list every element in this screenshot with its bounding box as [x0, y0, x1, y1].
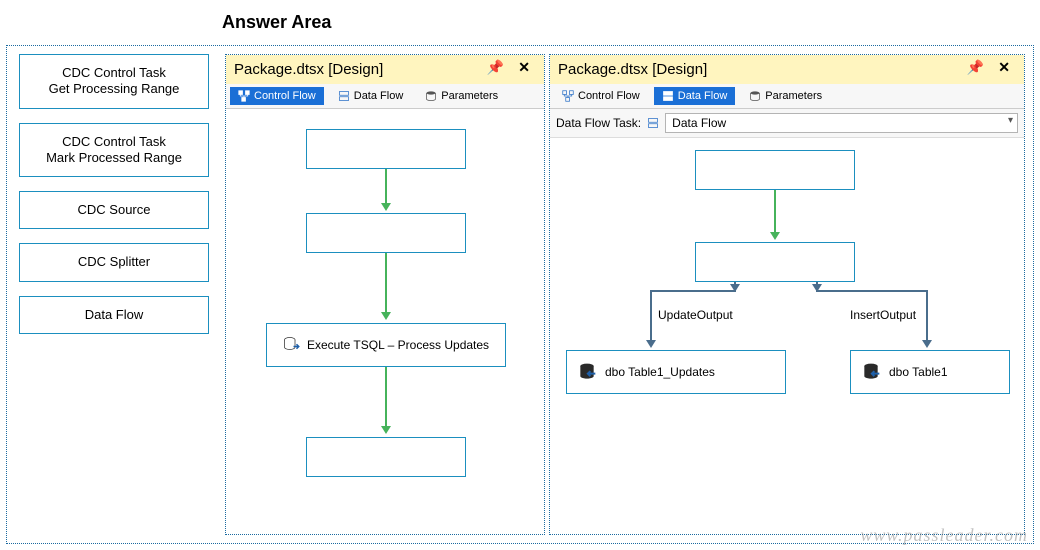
destination-insert[interactable]: dbo Table1: [850, 350, 1010, 394]
tab-label: Control Flow: [578, 90, 640, 102]
destination-label: dbo Table1_Updates: [605, 365, 715, 379]
data-flow-icon: [662, 90, 674, 102]
designer-title-bar: Package.dtsx [Design] 📌 ✕: [226, 55, 544, 84]
destination-updates[interactable]: dbo Table1_Updates: [566, 350, 786, 394]
flow-arrow-icon: [385, 253, 387, 318]
database-destination-icon: [577, 362, 597, 382]
data-flow-icon: [338, 90, 350, 102]
designer-title-bar: Package.dtsx [Design] 📌 ✕: [550, 55, 1024, 84]
tab-control-flow[interactable]: Control Flow: [554, 87, 648, 105]
answer-area-frame: CDC Control TaskGet Processing Range CDC…: [6, 45, 1034, 544]
tab-strip: Control Flow Data Flow Parameters: [550, 84, 1024, 109]
connector-arrow-icon: [650, 290, 652, 346]
source-item[interactable]: CDC Splitter: [19, 243, 209, 281]
control-flow-icon: [238, 90, 250, 102]
tab-label: Parameters: [441, 90, 498, 102]
drop-slot[interactable]: [306, 437, 466, 477]
drop-slot[interactable]: [695, 242, 855, 282]
flow-arrow-icon: [774, 190, 776, 238]
sql-task-icon: [283, 336, 301, 354]
data-flow-task-value: Data Flow: [672, 116, 726, 130]
pin-icon[interactable]: 📌: [967, 59, 984, 76]
tab-label: Data Flow: [354, 90, 404, 102]
control-flow-canvas[interactable]: Execute TSQL – Process Updates: [226, 109, 544, 509]
connector-icon: [734, 282, 736, 290]
source-item[interactable]: CDC Control TaskMark Processed Range: [19, 123, 209, 178]
execute-tsql-task[interactable]: Execute TSQL – Process Updates: [266, 323, 506, 367]
data-flow-canvas[interactable]: UpdateOutput InsertOutput dbo Table1_Upd…: [550, 138, 1024, 516]
source-item[interactable]: Data Flow: [19, 296, 209, 334]
database-destination-icon: [861, 362, 881, 382]
data-flow-task-select[interactable]: Data Flow: [665, 113, 1018, 133]
designer-panel-control-flow: Package.dtsx [Design] 📌 ✕ Control Flow D…: [225, 54, 545, 535]
designer-panel-data-flow: Package.dtsx [Design] 📌 ✕ Control Flow D…: [549, 54, 1025, 535]
tab-control-flow[interactable]: Control Flow: [230, 87, 324, 105]
edge-label-update: UpdateOutput: [658, 308, 733, 322]
parameters-icon: [749, 90, 761, 102]
task-label: Execute TSQL – Process Updates: [307, 338, 489, 352]
connector-icon: [816, 282, 818, 290]
close-icon[interactable]: ✕: [998, 59, 1010, 76]
drop-slot[interactable]: [695, 150, 855, 190]
source-item[interactable]: CDC Control TaskGet Processing Range: [19, 54, 209, 109]
pin-icon[interactable]: 📌: [487, 59, 504, 76]
tab-strip: Control Flow Data Flow Parameters: [226, 84, 544, 109]
drop-slot[interactable]: [306, 129, 466, 169]
designer-title: Package.dtsx [Design]: [234, 61, 383, 78]
edge-label-insert: InsertOutput: [850, 308, 916, 322]
data-flow-task-label: Data Flow Task:: [556, 116, 641, 130]
flow-arrow-icon: [385, 169, 387, 209]
connector-arrow-icon: [926, 290, 928, 346]
page-title: Answer Area: [222, 12, 331, 33]
data-flow-task-icon: [647, 117, 659, 129]
tab-data-flow[interactable]: Data Flow: [330, 87, 412, 105]
source-list: CDC Control TaskGet Processing Range CDC…: [19, 54, 209, 348]
tab-data-flow[interactable]: Data Flow: [654, 87, 736, 105]
tab-label: Parameters: [765, 90, 822, 102]
destination-label: dbo Table1: [889, 365, 948, 379]
tab-parameters[interactable]: Parameters: [417, 87, 506, 105]
parameters-icon: [425, 90, 437, 102]
data-flow-task-row: Data Flow Task: Data Flow: [550, 109, 1024, 138]
flow-arrow-icon: [385, 367, 387, 432]
source-item[interactable]: CDC Source: [19, 191, 209, 229]
tab-label: Control Flow: [254, 90, 316, 102]
tab-label: Data Flow: [678, 90, 728, 102]
tab-parameters[interactable]: Parameters: [741, 87, 830, 105]
drop-slot[interactable]: [306, 213, 466, 253]
watermark: www.passleader.com: [860, 525, 1028, 546]
connector-icon: [816, 290, 928, 292]
close-icon[interactable]: ✕: [518, 59, 530, 76]
designer-title: Package.dtsx [Design]: [558, 61, 707, 78]
connector-icon: [650, 290, 736, 292]
control-flow-icon: [562, 90, 574, 102]
